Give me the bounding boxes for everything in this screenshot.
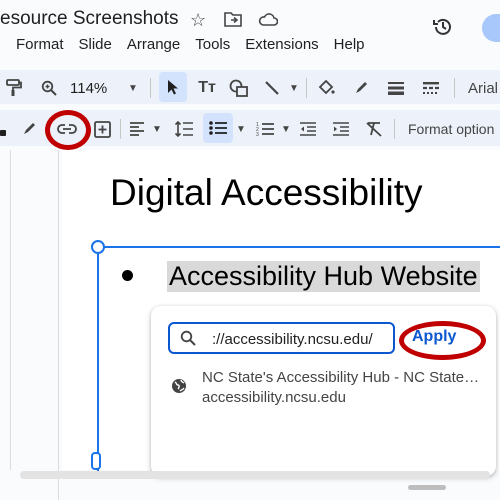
numbered-list-icon[interactable]: 123 xyxy=(255,119,275,139)
decrease-indent-icon[interactable] xyxy=(298,119,318,139)
menu-extensions[interactable]: Extensions xyxy=(245,36,318,53)
menu-slide[interactable]: Slide xyxy=(79,36,112,53)
line-spacing-icon[interactable] xyxy=(174,119,194,139)
slide-title[interactable]: Digital Accessibility xyxy=(110,172,423,214)
menu-bar: Format Slide Arrange Tools Extensions He… xyxy=(16,36,380,53)
shape-icon[interactable] xyxy=(228,78,250,98)
share-button[interactable] xyxy=(482,14,500,42)
clear-formatting-icon[interactable] xyxy=(364,119,384,139)
fill-color-icon[interactable] xyxy=(316,78,336,98)
menu-help[interactable]: Help xyxy=(334,36,365,53)
main-toolbar: 114% ▼ Tт ▼ Arial xyxy=(0,70,500,104)
text-box-icon[interactable]: Tт xyxy=(195,78,219,98)
bullet-point xyxy=(122,270,133,281)
star-icon[interactable]: ☆ xyxy=(190,10,206,31)
bulleted-list-icon[interactable] xyxy=(203,113,233,143)
move-folder-icon[interactable] xyxy=(224,11,242,32)
border-weight-icon[interactable] xyxy=(386,78,406,98)
scrollbar-thumb[interactable] xyxy=(408,485,446,490)
align-left-icon[interactable] xyxy=(128,119,146,139)
select-tool-icon[interactable] xyxy=(159,72,187,102)
resize-handle-top-left[interactable] xyxy=(91,240,105,254)
increase-indent-icon[interactable] xyxy=(331,119,351,139)
link-url-input[interactable] xyxy=(210,328,394,350)
slide-filmstrip xyxy=(0,150,59,500)
zoom-icon[interactable] xyxy=(40,78,58,98)
line-dropdown-icon[interactable]: ▼ xyxy=(289,78,299,98)
document-title[interactable]: esource Screenshots xyxy=(0,8,179,30)
paint-format-icon[interactable] xyxy=(4,78,24,98)
bullet-text[interactable]: Accessibility Hub Website xyxy=(167,261,480,292)
vertical-ruler xyxy=(10,150,11,470)
annotation-circle-apply xyxy=(399,321,486,360)
format-options-button[interactable]: Format option xyxy=(408,119,494,139)
highlight-pen-icon[interactable] xyxy=(20,119,38,139)
annotation-circle-link xyxy=(45,110,91,150)
resize-handle-left[interactable] xyxy=(91,452,101,470)
link-input-container[interactable] xyxy=(168,322,395,354)
zoom-dropdown-icon[interactable]: ▼ xyxy=(128,78,138,98)
svg-text:3: 3 xyxy=(256,132,259,137)
menu-tools[interactable]: Tools xyxy=(195,36,230,53)
menu-arrange[interactable]: Arrange xyxy=(127,36,180,53)
bullet-dropdown-icon[interactable]: ▼ xyxy=(236,119,246,139)
numbered-dropdown-icon[interactable]: ▼ xyxy=(281,119,291,139)
insert-comment-icon[interactable] xyxy=(92,119,112,139)
line-tool-icon[interactable] xyxy=(262,78,282,98)
horizontal-scrollbar[interactable] xyxy=(20,471,490,479)
cloud-icon[interactable] xyxy=(258,12,279,31)
globe-icon xyxy=(171,378,187,399)
font-family-select[interactable]: Arial xyxy=(468,78,498,98)
toolbar-overflow-mark xyxy=(0,130,6,136)
history-icon[interactable] xyxy=(432,16,454,43)
menu-format[interactable]: Format xyxy=(16,36,64,53)
zoom-value[interactable]: 114% xyxy=(70,78,107,98)
search-icon xyxy=(180,330,196,351)
suggestion-title[interactable]: NC State's Accessibility Hub - NC State… xyxy=(202,369,479,386)
align-dropdown-icon[interactable]: ▼ xyxy=(152,119,162,139)
border-color-icon[interactable] xyxy=(352,78,370,98)
suggestion-url[interactable]: accessibility.ncsu.edu xyxy=(202,389,346,406)
border-dash-icon[interactable] xyxy=(421,78,441,98)
